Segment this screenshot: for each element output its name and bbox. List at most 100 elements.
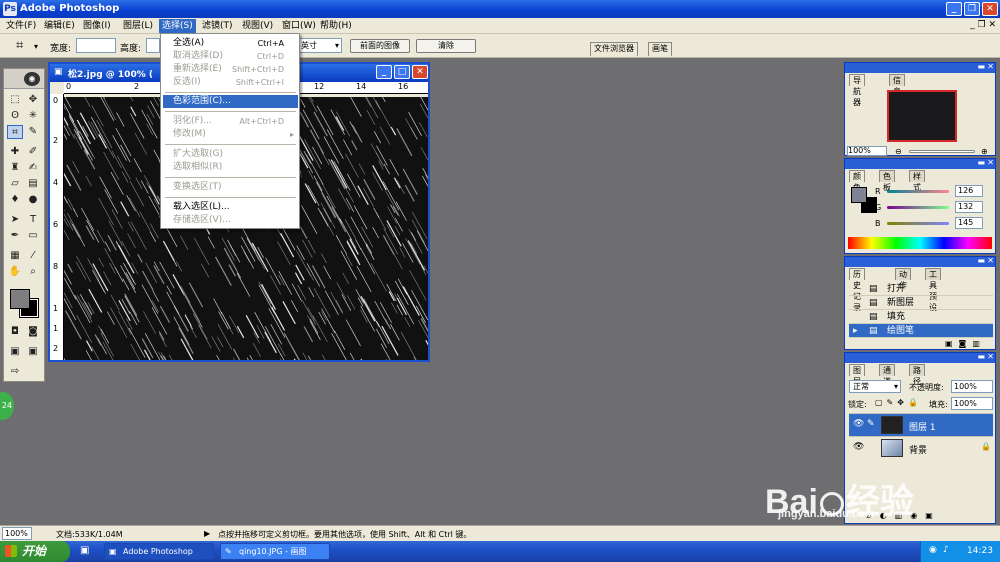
- pen-tool-icon[interactable]: ✒: [7, 229, 23, 243]
- width-input[interactable]: [76, 38, 116, 53]
- height-input[interactable]: [146, 38, 160, 53]
- path-select-icon[interactable]: ➤: [7, 213, 23, 227]
- tab-info[interactable]: 信息: [889, 74, 905, 96]
- tab-layers[interactable]: 图层: [849, 364, 865, 386]
- crop-tool-icon[interactable]: ⌗: [16, 38, 23, 53]
- menu-image[interactable]: 图像(I): [80, 19, 114, 33]
- lock-options-icons[interactable]: ▢✎✥🔒: [875, 398, 922, 407]
- palette-minimize-icon[interactable]: ▬: [977, 62, 985, 71]
- palette-close-icon[interactable]: ✕: [987, 352, 994, 361]
- jump-to-imageready-icon[interactable]: ⇨: [7, 365, 23, 379]
- menu-item-color-range[interactable]: 色彩范围(C)...: [163, 95, 298, 108]
- blue-slider[interactable]: [887, 222, 949, 225]
- slice-tool-icon[interactable]: ✎: [25, 125, 41, 139]
- menu-layer[interactable]: 图层(L): [120, 19, 156, 33]
- tab-history[interactable]: 历史记录: [849, 268, 865, 312]
- minimize-icon[interactable]: _: [946, 2, 962, 16]
- standard-mode-icon[interactable]: ◘: [7, 325, 23, 339]
- shape-tool-icon[interactable]: ▭: [25, 229, 41, 243]
- visibility-eye-icon[interactable]: 👁: [853, 442, 864, 452]
- palette-close-icon[interactable]: ✕: [987, 62, 994, 71]
- blur-tool-icon[interactable]: ♦: [7, 193, 23, 207]
- volume-icon[interactable]: ♪: [943, 545, 949, 555]
- zoom-out-icon[interactable]: ⊖: [895, 147, 902, 156]
- marquee-tool-icon[interactable]: ⬚: [7, 93, 23, 107]
- zoom-tool-icon[interactable]: ⌕: [25, 265, 41, 279]
- type-tool-icon[interactable]: T: [25, 213, 41, 227]
- history-item[interactable]: ▤ 打开: [849, 282, 993, 296]
- eyedropper-icon[interactable]: ⁄: [25, 249, 41, 263]
- clear-button[interactable]: 清除: [416, 39, 476, 53]
- palette-well-file-browser[interactable]: 文件浏览器: [590, 42, 638, 56]
- move-tool-icon[interactable]: ✥: [25, 93, 41, 107]
- menu-item-select-all[interactable]: 全选(A) Ctrl+A: [163, 37, 298, 50]
- tab-channels[interactable]: 通道: [879, 364, 895, 386]
- show-desktop-icon[interactable]: ▣: [80, 545, 89, 556]
- brush-link-icon[interactable]: ✎: [867, 419, 875, 429]
- palette-close-icon[interactable]: ✕: [987, 158, 994, 167]
- menu-help[interactable]: 帮助(H): [317, 19, 355, 33]
- tab-navigator[interactable]: 导航器: [849, 74, 865, 107]
- navigator-zoom-slider[interactable]: [909, 150, 975, 153]
- tab-swatches[interactable]: 色板: [879, 170, 895, 192]
- unit-select[interactable]: 英寸 ▾: [298, 38, 342, 53]
- red-value-input[interactable]: 126: [955, 185, 983, 197]
- opacity-input[interactable]: 100%: [951, 380, 993, 393]
- brush-tool-icon[interactable]: ✐: [25, 145, 41, 159]
- menu-select[interactable]: 选择(S): [159, 19, 196, 33]
- history-footer-buttons[interactable]: ▣◙▥: [945, 339, 986, 348]
- history-item[interactable]: ▤ 填充: [849, 310, 993, 324]
- history-brush-icon[interactable]: ✍: [25, 161, 41, 175]
- menu-file[interactable]: 文件(F): [3, 19, 39, 33]
- navigator-thumbnail[interactable]: [887, 90, 957, 142]
- healing-brush-icon[interactable]: ✚: [7, 145, 23, 159]
- network-icon[interactable]: ◉: [929, 545, 937, 555]
- doc-minimize-icon[interactable]: _: [376, 65, 392, 79]
- menu-item-load-selection[interactable]: 载入选区(L)...: [163, 201, 298, 214]
- palette-well-brushes[interactable]: 画笔: [648, 42, 672, 56]
- menu-window[interactable]: 窗口(W): [279, 19, 319, 33]
- start-button[interactable]: 开始: [0, 541, 70, 562]
- visibility-eye-icon[interactable]: 👁: [853, 419, 864, 429]
- doc-window-controls[interactable]: _ ❐ ✕: [940, 20, 996, 32]
- dodge-tool-icon[interactable]: ●: [25, 193, 41, 207]
- history-item-selected[interactable]: ▸ ▤ 绘图笔: [849, 324, 993, 338]
- notes-tool-icon[interactable]: ▦: [7, 249, 23, 263]
- color-spectrum-bar[interactable]: [848, 237, 992, 249]
- restore-icon[interactable]: ❐: [964, 2, 980, 16]
- hand-tool-icon[interactable]: ✋: [7, 265, 23, 279]
- foreground-color-chip[interactable]: [851, 187, 867, 203]
- fullscreen-mode-icon[interactable]: ▣: [25, 345, 41, 359]
- foreground-color-swatch[interactable]: [10, 289, 30, 309]
- palette-minimize-icon[interactable]: ▬: [977, 256, 985, 265]
- menu-view[interactable]: 视图(V): [239, 19, 276, 33]
- zoom-in-icon[interactable]: ⊕: [981, 147, 988, 156]
- tab-tool-presets[interactable]: 工具预设: [925, 268, 941, 312]
- gradient-tool-icon[interactable]: ▤: [25, 177, 41, 191]
- tab-actions[interactable]: 动作: [895, 268, 911, 290]
- eraser-tool-icon[interactable]: ▱: [7, 177, 23, 191]
- tool-preset-chevron-icon[interactable]: ▾: [34, 42, 38, 51]
- layer-row[interactable]: 👁 ✎ 图层 1: [849, 413, 993, 436]
- quick-mask-icon[interactable]: ◙: [25, 325, 41, 339]
- layer-row[interactable]: 👁 背景 🔒: [849, 436, 993, 459]
- tab-color[interactable]: 颜色: [849, 170, 865, 192]
- doc-close-icon[interactable]: ✕: [412, 65, 428, 79]
- palette-minimize-icon[interactable]: ▬: [977, 352, 985, 361]
- adobe-eye-icon[interactable]: ◉: [24, 72, 40, 86]
- magic-wand-icon[interactable]: ✳: [25, 109, 41, 123]
- lasso-tool-icon[interactable]: ʘ: [7, 109, 23, 123]
- zoom-level-input[interactable]: 100%: [2, 527, 32, 540]
- floating-badge[interactable]: 24: [0, 392, 14, 420]
- menu-edit[interactable]: 编辑(E): [41, 19, 78, 33]
- history-item[interactable]: ▤ 新图层: [849, 296, 993, 310]
- task-paint[interactable]: ✎ qing10.JPG - 画图: [220, 543, 330, 560]
- blend-mode-select[interactable]: 正常 ▾: [849, 380, 901, 393]
- close-icon[interactable]: ✕: [982, 2, 998, 16]
- front-image-button[interactable]: 前面的图像: [350, 39, 410, 53]
- doc-maximize-icon[interactable]: □: [394, 65, 410, 79]
- red-slider[interactable]: [887, 190, 949, 193]
- info-arrow-icon[interactable]: ▶: [204, 529, 210, 538]
- blue-value-input[interactable]: 145: [955, 217, 983, 229]
- clone-stamp-icon[interactable]: ♜: [7, 161, 23, 175]
